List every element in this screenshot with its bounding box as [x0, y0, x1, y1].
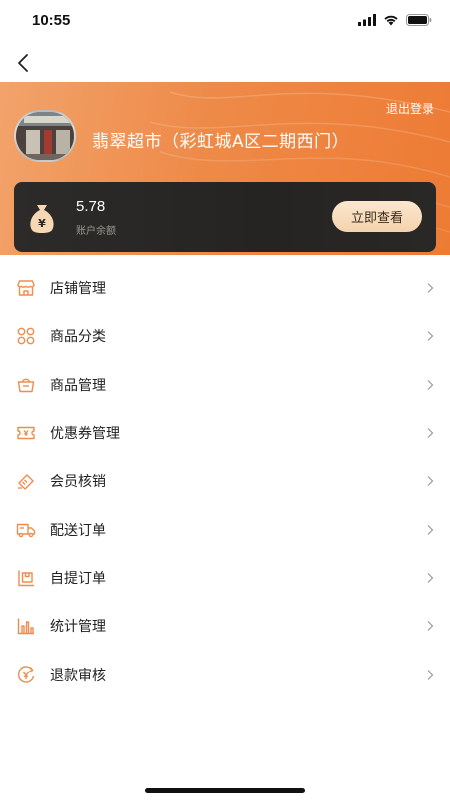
menu-label: 退款审核 — [50, 667, 106, 684]
menu-label: 统计管理 — [50, 619, 106, 636]
pickup-icon — [16, 568, 36, 588]
view-balance-button[interactable]: 立即查看 — [332, 201, 422, 232]
menu-item-member-verification[interactable]: 会员核销 — [0, 457, 450, 505]
balance-label: 账户余额 — [76, 226, 116, 237]
menu-item-pickup-orders[interactable]: 自提订单 — [0, 554, 450, 602]
status-icons — [358, 14, 432, 26]
truck-icon — [16, 520, 36, 540]
coupon-icon — [16, 423, 36, 443]
wifi-icon — [384, 15, 398, 26]
chevron-right-icon — [427, 524, 434, 535]
storefront-photo — [16, 112, 74, 160]
store-icon — [16, 278, 36, 298]
menu-item-product-management[interactable]: 商品管理 — [0, 361, 450, 409]
logout-link[interactable]: 退出登录 — [386, 100, 434, 117]
signal-icon — [358, 14, 376, 26]
member-verify-icon — [16, 471, 36, 491]
menu-item-delivery-orders[interactable]: 配送订单 — [0, 505, 450, 553]
menu-label: 自提订单 — [50, 570, 106, 587]
menu-item-statistics[interactable]: 统计管理 — [0, 602, 450, 650]
menu-item-coupon-management[interactable]: 优惠券管理 — [0, 409, 450, 457]
store-name: 翡翠超市（彩虹城A区二期西门） — [92, 132, 350, 152]
status-time: 10:55 — [32, 12, 71, 29]
nav-bar — [0, 44, 450, 82]
chevron-right-icon — [427, 283, 434, 294]
chevron-right-icon — [427, 331, 434, 342]
home-indicator[interactable] — [145, 788, 305, 793]
chevron-right-icon — [427, 428, 434, 438]
menu-label: 商品管理 — [50, 377, 106, 394]
chevron-right-icon — [427, 379, 434, 390]
chevron-right-icon — [427, 476, 434, 487]
back-button[interactable] — [10, 50, 36, 76]
refund-icon — [16, 665, 36, 685]
menu-item-refund-review[interactable]: 退款审核 — [0, 650, 450, 698]
menu-item-product-category[interactable]: 商品分类 — [0, 312, 450, 360]
menu-list: 店铺管理 商品分类 商品管理 优惠券管理 会员核销 配送订单 自提订单 统计管理… — [0, 264, 450, 699]
chevron-right-icon — [427, 572, 434, 583]
money-bag-icon: ¥ — [30, 205, 54, 233]
menu-label: 店铺管理 — [50, 281, 106, 298]
basket-icon — [16, 375, 36, 395]
balance-card: ¥ 5.78 账户余额 立即查看 — [14, 182, 436, 252]
menu-label: 配送订单 — [50, 522, 106, 539]
battery-icon — [406, 14, 432, 26]
svg-text:¥: ¥ — [38, 217, 46, 230]
store-avatar — [14, 110, 76, 162]
menu-label: 商品分类 — [50, 329, 106, 346]
status-bar: 10:55 — [0, 0, 450, 44]
menu-label: 会员核销 — [50, 474, 106, 491]
chevron-right-icon — [427, 621, 434, 632]
balance-value: 5.78 — [76, 198, 106, 215]
chevron-right-icon — [427, 669, 434, 680]
statistics-icon — [16, 616, 36, 636]
menu-label: 优惠券管理 — [50, 426, 120, 443]
category-icon — [16, 326, 36, 346]
menu-item-store-management[interactable]: 店铺管理 — [0, 264, 450, 312]
back-arrow-icon — [18, 54, 28, 72]
